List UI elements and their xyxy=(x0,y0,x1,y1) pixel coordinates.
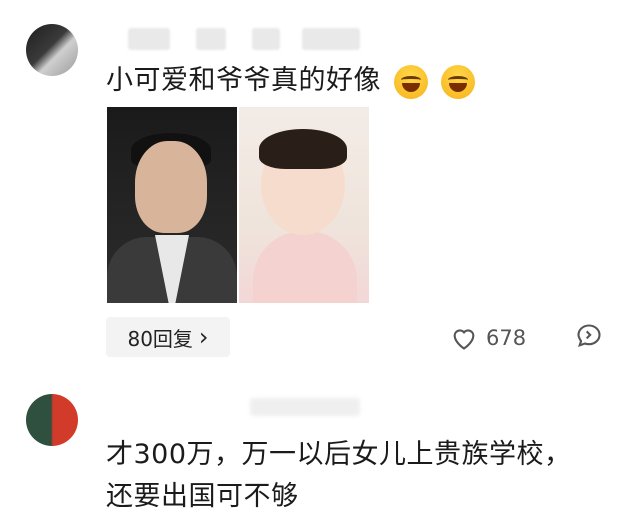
comment-body: 小可爱和爷爷真的好像 xyxy=(106,65,381,96)
comment-text-line1: 才300万，万一以后女儿上贵族学校， xyxy=(106,439,572,470)
comment-text-line2: 还要出国可不够 xyxy=(106,481,299,512)
user-avatar[interactable] xyxy=(26,24,78,76)
laughing-emoji-icon xyxy=(441,64,476,99)
user-avatar[interactable] xyxy=(26,394,78,446)
chevron-right-icon: › xyxy=(198,323,209,351)
message-icon[interactable] xyxy=(575,322,603,350)
attached-photo-baby[interactable] xyxy=(239,107,369,303)
comment-text: 小可爱和爷爷真的好像 xyxy=(106,58,476,99)
like-count: 678 xyxy=(486,326,527,350)
laughing-emoji-icon xyxy=(394,64,429,99)
attached-photo-man[interactable] xyxy=(107,107,237,303)
replies-label: 80回复 xyxy=(127,326,193,351)
heart-icon xyxy=(453,329,475,350)
replies-button[interactable]: 80回复 › xyxy=(106,317,230,357)
like-button[interactable]: 678 xyxy=(450,322,526,354)
